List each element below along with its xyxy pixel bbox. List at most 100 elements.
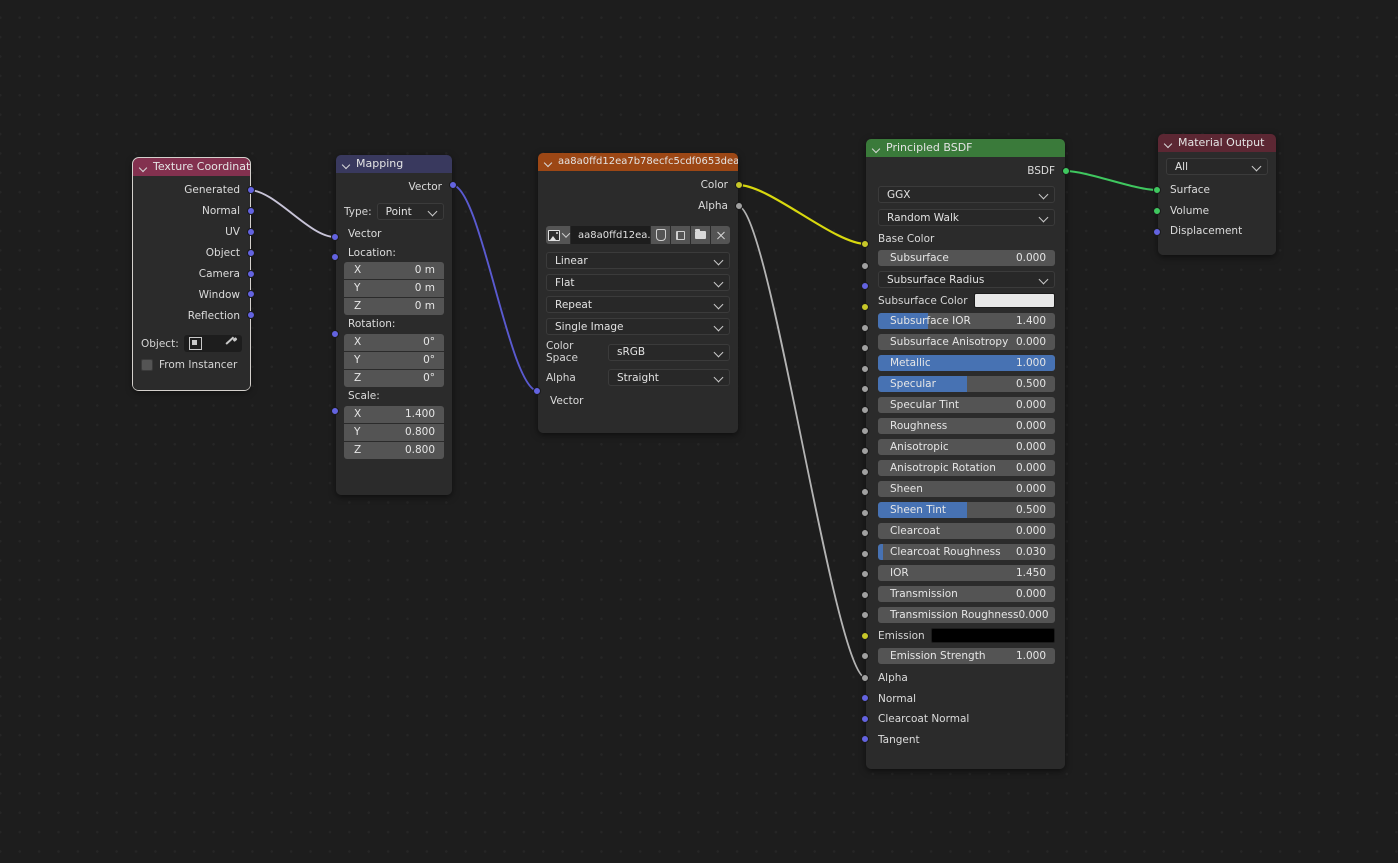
node-header-material-output[interactable]: Material Output: [1158, 134, 1276, 152]
socket-emission[interactable]: [861, 632, 869, 640]
collapse-chevron-icon[interactable]: [544, 158, 553, 167]
socket-clearcoat[interactable]: [861, 529, 869, 537]
collapse-chevron-icon[interactable]: [342, 160, 351, 169]
from-instancer-checkbox[interactable]: [141, 359, 153, 371]
socket-metallic[interactable]: [861, 365, 869, 373]
scale-y-field[interactable]: Y 0.800: [344, 423, 444, 441]
socket-base-color[interactable]: [861, 240, 869, 248]
socket-subsurface-radius[interactable]: [861, 282, 869, 290]
slider-roughness[interactable]: Roughness 0.000: [878, 418, 1055, 434]
slider-sheen[interactable]: Sheen 0.000: [878, 481, 1055, 497]
collapse-chevron-icon[interactable]: [872, 144, 881, 153]
socket-specular-tint[interactable]: [861, 406, 869, 414]
slider-specular[interactable]: Specular 0.500: [878, 376, 1055, 392]
socket-alpha[interactable]: [861, 674, 869, 682]
socket-scale-input[interactable]: [331, 407, 339, 415]
emission-color-swatch[interactable]: [930, 628, 1055, 643]
socket-anisotropic-rotation[interactable]: [861, 468, 869, 476]
render-target-dropdown[interactable]: All: [1166, 158, 1268, 175]
socket-sheen-tint[interactable]: [861, 509, 869, 517]
socket-ior[interactable]: [861, 570, 869, 578]
socket-displacement[interactable]: [1153, 228, 1161, 236]
rotation-z-field[interactable]: Z 0°: [344, 369, 444, 387]
socket-sheen[interactable]: [861, 488, 869, 496]
extension-dropdown[interactable]: Repeat: [546, 296, 730, 313]
socket-vector-input[interactable]: [533, 387, 541, 395]
rotation-x-field[interactable]: X 0°: [344, 333, 444, 351]
node-header-texture-coordinate[interactable]: Texture Coordinate: [133, 158, 250, 176]
node-mapping[interactable]: Mapping Vector Type: Point Vector Locati…: [331, 155, 457, 495]
collapse-chevron-icon[interactable]: [139, 163, 148, 172]
socket-generated[interactable]: [247, 186, 255, 194]
slider-anisotropic-rotation[interactable]: Anisotropic Rotation 0.000: [878, 460, 1055, 476]
interpolation-dropdown[interactable]: Linear: [546, 252, 730, 269]
slider-subsurface-ior[interactable]: Subsurface IOR 1.400: [878, 313, 1055, 329]
slider-subsurface[interactable]: Subsurface 0.000: [878, 250, 1055, 266]
location-z-field[interactable]: Z 0 m: [344, 297, 444, 315]
slider-metallic[interactable]: Metallic 1.000: [878, 355, 1055, 371]
socket-volume[interactable]: [1153, 207, 1161, 215]
socket-roughness[interactable]: [861, 427, 869, 435]
socket-window[interactable]: [247, 290, 255, 298]
rotation-y-field[interactable]: Y 0°: [344, 351, 444, 369]
socket-transmission[interactable]: [861, 591, 869, 599]
node-texture-coordinate[interactable]: Texture Coordinate Generated Normal UV O…: [132, 157, 255, 391]
scale-z-field[interactable]: Z 0.800: [344, 441, 444, 459]
slider-subsurface-anisotropy[interactable]: Subsurface Anisotropy 0.000: [878, 334, 1055, 350]
location-x-field[interactable]: X 0 m: [344, 261, 444, 279]
slider-emission-strength[interactable]: Emission Strength 1.000: [878, 648, 1055, 664]
socket-subsurface-ior[interactable]: [861, 324, 869, 332]
node-material-output[interactable]: Material Output All Surface Volume Displ…: [1153, 134, 1276, 255]
socket-clearcoat-roughness[interactable]: [861, 550, 869, 558]
type-dropdown[interactable]: Point: [376, 203, 444, 220]
slider-specular-tint[interactable]: Specular Tint 0.000: [878, 397, 1055, 413]
node-header-mapping[interactable]: Mapping: [336, 155, 452, 173]
socket-specular[interactable]: [861, 385, 869, 393]
socket-normal[interactable]: [247, 207, 255, 215]
subsurface-radius-dropdown[interactable]: Subsurface Radius: [878, 271, 1055, 288]
socket-alpha-output[interactable]: [735, 202, 743, 210]
socket-anisotropic[interactable]: [861, 447, 869, 455]
socket-uv[interactable]: [247, 228, 255, 236]
socket-normal[interactable]: [861, 694, 869, 702]
image-datablock-type-button[interactable]: [546, 226, 570, 244]
socket-vector-input[interactable]: [331, 233, 339, 241]
socket-vector-output[interactable]: [449, 181, 457, 189]
from-instancer-row[interactable]: From Instancer: [133, 352, 250, 371]
socket-surface[interactable]: [1153, 186, 1161, 194]
socket-object[interactable]: [247, 249, 255, 257]
collapse-chevron-icon[interactable]: [1164, 139, 1173, 148]
socket-subsurface-color[interactable]: [861, 303, 869, 311]
slider-clearcoat[interactable]: Clearcoat 0.000: [878, 523, 1055, 539]
slider-anisotropic[interactable]: Anisotropic 0.000: [878, 439, 1055, 455]
slider-ior[interactable]: IOR 1.450: [878, 565, 1055, 581]
slider-clearcoat-roughness[interactable]: Clearcoat Roughness 0.030: [878, 544, 1055, 560]
copy-datablock-button[interactable]: [671, 226, 690, 244]
distribution-dropdown[interactable]: GGX: [878, 186, 1055, 203]
projection-dropdown[interactable]: Flat: [546, 274, 730, 291]
location-y-field[interactable]: Y 0 m: [344, 279, 444, 297]
slider-transmission-roughness[interactable]: Transmission Roughness 0.000: [878, 607, 1055, 623]
node-principled-bsdf[interactable]: Principled BSDF BSDF GGX Random Walk Bas…: [861, 139, 1070, 769]
socket-subsurface[interactable]: [861, 262, 869, 270]
fake-user-shield-button[interactable]: [651, 226, 670, 244]
socket-location-input[interactable]: [331, 253, 339, 261]
shader-node-editor[interactable]: Texture Coordinate Generated Normal UV O…: [0, 0, 1398, 863]
socket-tangent[interactable]: [861, 735, 869, 743]
socket-clearcoat-normal[interactable]: [861, 715, 869, 723]
object-picker-field[interactable]: [183, 335, 242, 352]
socket-color-output[interactable]: [735, 181, 743, 189]
eyedropper-icon[interactable]: [225, 336, 238, 349]
color-space-dropdown[interactable]: sRGB: [608, 343, 730, 361]
socket-reflection[interactable]: [247, 311, 255, 319]
node-image-texture[interactable]: aa8a0ffd12ea7b78ecfc5cdf0653dea8.png Col…: [533, 153, 743, 433]
node-header-image-texture[interactable]: aa8a0ffd12ea7b78ecfc5cdf0653dea8.png: [538, 153, 738, 171]
socket-emission-strength[interactable]: [861, 652, 869, 660]
slider-sheen-tint[interactable]: Sheen Tint 0.500: [878, 502, 1055, 518]
node-header-principled-bsdf[interactable]: Principled BSDF: [866, 139, 1065, 157]
open-image-folder-button[interactable]: [691, 226, 710, 244]
image-name-field[interactable]: aa8a0ffd12ea...: [571, 226, 650, 244]
socket-bsdf-output[interactable]: [1062, 167, 1070, 175]
subsurface-color-swatch[interactable]: [973, 293, 1055, 308]
socket-camera[interactable]: [247, 270, 255, 278]
